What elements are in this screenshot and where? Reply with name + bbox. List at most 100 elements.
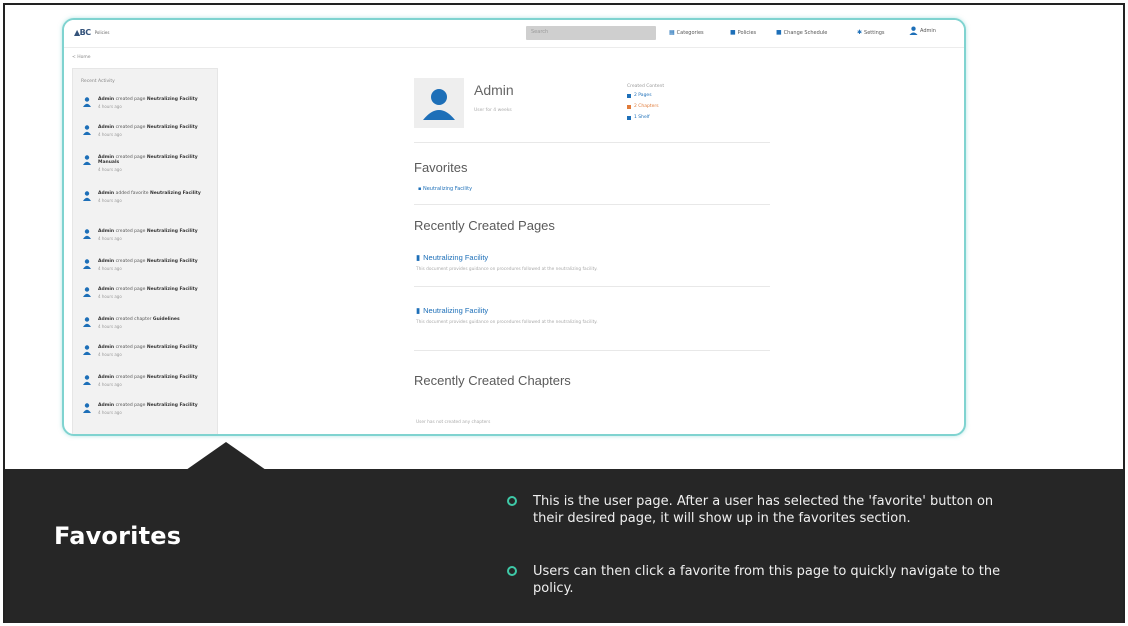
- caption-bullet: Users can then click a favorite from thi…: [507, 563, 1027, 597]
- activity-time: 4 hours ago: [98, 104, 122, 109]
- activity-time: 4 hours ago: [98, 382, 122, 387]
- user-icon: [83, 97, 91, 107]
- caption-bullet: This is the user page. After a user has …: [507, 493, 1027, 527]
- activity-item[interactable]: Admin created page Neutralizing Facility…: [83, 125, 213, 137]
- breadcrumb[interactable]: < Home: [72, 55, 91, 60]
- user-icon: [83, 403, 91, 413]
- caption-title: Favorites: [54, 522, 182, 550]
- shelf-icon: [627, 115, 631, 120]
- activity-target[interactable]: Neutralizing Facility: [147, 229, 198, 234]
- activity-text: Admin created page Neutralizing Facility…: [98, 97, 198, 109]
- activity-action: added favorite: [115, 191, 149, 196]
- caption-bullet-text: This is the user page. After a user has …: [533, 494, 994, 526]
- activity-text: Admin created page Neutralizing Facility…: [98, 345, 198, 357]
- nav-categories[interactable]: ▦ Categories: [669, 29, 704, 36]
- activity-action: created page: [115, 375, 146, 380]
- page-icon: ▮: [416, 253, 421, 262]
- user-avatar-icon: [909, 26, 918, 35]
- activity-action: created page: [115, 403, 146, 408]
- profile-avatar: [414, 78, 464, 128]
- activity-time: 4 hours ago: [98, 167, 122, 172]
- user-icon: [83, 259, 91, 269]
- activity-target[interactable]: Neutralizing Facility: [147, 345, 198, 350]
- page-description: This document provides guidance on proce…: [416, 267, 598, 272]
- activity-target[interactable]: Neutralizing Facility: [147, 287, 198, 292]
- activity-time: 4 hours ago: [98, 410, 122, 415]
- activity-item[interactable]: Admin created page Neutralizing Facility…: [83, 97, 213, 109]
- activity-target[interactable]: Neutralizing Facility: [150, 191, 201, 196]
- activity-user: Admin: [98, 125, 115, 130]
- activity-line: Admin created page Neutralizing Facility…: [98, 155, 213, 165]
- activity-item[interactable]: Admin created chapter Guidelines 4 hours …: [83, 317, 213, 329]
- activity-time: 4 hours ago: [98, 294, 122, 299]
- activity-line: Admin created chapter Guidelines: [98, 317, 180, 322]
- chapters-empty-text: User has not created any chapters: [416, 420, 491, 425]
- activity-line: Admin created page Neutralizing Facility: [98, 125, 198, 130]
- nav-settings[interactable]: ✱ Settings: [857, 29, 885, 36]
- activity-item[interactable]: Admin created page Neutralizing Facility…: [83, 155, 213, 172]
- sidebar-heading: Recent Activity: [81, 79, 115, 84]
- recent-page-link[interactable]: ▮ Neutralizing Facility: [416, 253, 488, 262]
- activity-line: Admin added favorite Neutralizing Facili…: [98, 191, 201, 196]
- stat-label: 2 Chapters: [634, 104, 659, 109]
- activity-line: Admin created page Neutralizing Facility: [98, 97, 198, 102]
- grid-icon: ▦: [669, 29, 675, 36]
- stats-heading: Created Content: [627, 84, 665, 89]
- activity-time: 4 hours ago: [98, 236, 122, 241]
- activity-item[interactable]: Admin created page Neutralizing Facility…: [83, 403, 213, 415]
- activity-item[interactable]: Admin added favorite Neutralizing Facili…: [83, 191, 213, 203]
- activity-text: Admin created page Neutralizing Facility…: [98, 375, 198, 387]
- user-menu[interactable]: Admin: [909, 26, 936, 35]
- nav-label: Policies: [737, 29, 757, 36]
- content-stats: Created Content 2 Pages 2 Chapters 1 She…: [627, 83, 664, 123]
- activity-target[interactable]: Neutralizing Facility: [147, 375, 198, 380]
- activity-action: created page: [115, 259, 146, 264]
- activity-target[interactable]: Guidelines: [153, 317, 180, 322]
- activity-user: Admin: [98, 403, 115, 408]
- activity-item[interactable]: Admin created page Neutralizing Facility…: [83, 375, 213, 387]
- bullet-ring-icon: [507, 566, 517, 576]
- nav-change-schedule[interactable]: ■ Change Schedule: [776, 29, 827, 36]
- activity-action: created page: [115, 97, 146, 102]
- book-icon: [627, 93, 631, 98]
- activity-user: Admin: [98, 317, 115, 322]
- activity-target[interactable]: Neutralizing Facility: [147, 403, 198, 408]
- logo-text: Policies: [94, 29, 110, 35]
- favorite-link[interactable]: ▪ Neutralizing Facility: [418, 186, 472, 192]
- stat-shelves[interactable]: 1 Shelf: [627, 112, 664, 123]
- book-icon: ■: [730, 29, 736, 36]
- user-icon: [83, 345, 91, 355]
- activity-time: 4 hours ago: [98, 198, 122, 203]
- activity-line: Admin created page Neutralizing Facility: [98, 287, 198, 292]
- nav-label: Settings: [864, 29, 885, 36]
- activity-sidebar: Recent Activity Admin created page Neutr…: [72, 68, 218, 434]
- activity-line: Admin created page Neutralizing Facility: [98, 403, 198, 408]
- activity-target[interactable]: Neutralizing Facility: [147, 97, 198, 102]
- activity-user: Admin: [98, 259, 115, 264]
- activity-target[interactable]: Neutralizing Facility: [147, 125, 198, 130]
- activity-item[interactable]: Admin created page Neutralizing Facility…: [83, 345, 213, 357]
- activity-action: created page: [115, 229, 146, 234]
- activity-action: created chapter: [115, 317, 152, 322]
- app-screenshot: ▲BC Policies Search ▦ Categories ■ Policie…: [62, 18, 966, 436]
- activity-item[interactable]: Admin created page Neutralizing Facility…: [83, 259, 213, 271]
- user-icon: [83, 191, 91, 201]
- search-input[interactable]: Search: [526, 26, 656, 40]
- activity-text: Admin created page Neutralizing Facility…: [98, 287, 198, 299]
- recent-page-link[interactable]: ▮ Neutralizing Facility: [416, 306, 488, 315]
- activity-text: Admin added favorite Neutralizing Facili…: [98, 191, 201, 203]
- activity-target[interactable]: Neutralizing Facility: [147, 259, 198, 264]
- logo-mark: ▲BC: [74, 28, 91, 37]
- activity-item[interactable]: Admin created page Neutralizing Facility…: [83, 229, 213, 241]
- activity-item[interactable]: Admin created page Neutralizing Facility…: [83, 287, 213, 299]
- stat-chapters[interactable]: 2 Chapters: [627, 101, 664, 112]
- nav-policies[interactable]: ■ Policies: [730, 29, 756, 36]
- activity-text: Admin created page Neutralizing Facility…: [98, 155, 213, 172]
- caption-pointer: [186, 442, 266, 470]
- app-logo[interactable]: ▲BC Policies: [74, 28, 109, 37]
- user-icon: [83, 287, 91, 297]
- favorite-link-label: Neutralizing Facility: [422, 186, 473, 192]
- page-description: This document provides guidance on proce…: [416, 320, 598, 325]
- stat-pages[interactable]: 2 Pages: [627, 90, 664, 101]
- page-link-label: Neutralizing Facility: [423, 253, 489, 262]
